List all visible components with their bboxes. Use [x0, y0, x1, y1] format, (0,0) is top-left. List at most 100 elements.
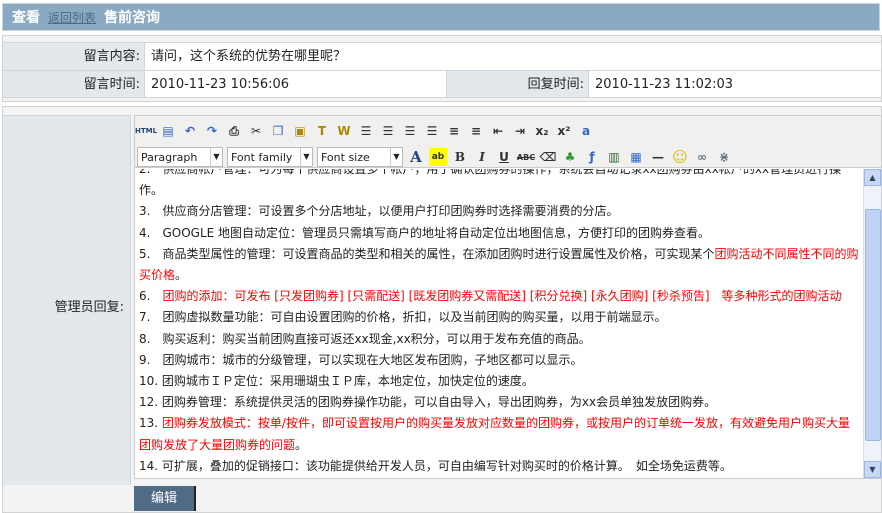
superscript-icon[interactable]: x²	[555, 122, 573, 140]
media-icon[interactable]: ▥	[605, 148, 623, 166]
content-line: 13. 团购券发放模式：按单/按件，即可设置按用户的购买量发放对应数量的团购券，…	[139, 413, 861, 434]
underline-icon[interactable]: U	[495, 148, 513, 166]
line-text: 3. 供应商分店管理：可设置多个分店地址，以便用户打印团购券时选择需要消费的分店…	[139, 204, 619, 219]
content-line: 4. GOOGLE 地图自动定位：管理员只需填写商户的地址将自动定位出地图信息，…	[139, 223, 861, 244]
reply-label-cell: 管理员回复:	[3, 115, 131, 485]
unlink-icon[interactable]: ⋇	[715, 148, 733, 166]
align-left-icon[interactable]: ☰	[357, 122, 375, 140]
content-line: 7. 团购虚拟数量功能：可自由设置团购的价格，折扣，以及当前团购的购买量，以用于…	[139, 307, 861, 328]
page-header: 查看 返回列表 售前咨询	[2, 3, 880, 31]
back-to-list-link[interactable]: 返回列表	[48, 9, 96, 26]
content-line: 2. 供应商帐户管理：可为每个供应商设置多个帐户，用于确认团购券的操作，系统会自…	[139, 169, 861, 180]
editor-toolbar: HTML ▤ ↶ ↷ ⎙ ✂ ❐ ▣ T W ☰ ☰ ☰ ☰ ≡ ≡ ⇤ ⇥ x…	[135, 116, 881, 168]
line-text: 。	[295, 437, 308, 452]
content-line: 5. 商品类型属性的管理：可设置商品的类型和相关的属性，在添加团购时进行设置属性…	[139, 244, 861, 265]
content-line: 12. 团购券管理：系统提供灵活的团购券操作功能，可以自由导入，导出团购券，为x…	[139, 392, 861, 413]
editor-content[interactable]: 2. 供应商帐户管理：可为每个供应商设置多个帐户，用于确认团购券的操作，系统会自…	[135, 169, 863, 478]
line-text: 10. 团购城市ＩＰ定位：采用珊瑚虫ＩＰ库，本地定位，加快定位的速度。	[139, 374, 534, 389]
content-line: 8. 购买返利：购买当前团购直接可返还xx现金,xx积分，可以用于发布充值的商品…	[139, 329, 861, 350]
content-line: 15. 购物车功能：可开启购物车功能，主要用户多团购时统一的运费计算。	[139, 477, 861, 478]
align-right-icon[interactable]: ☰	[401, 122, 419, 140]
line-text: 14. 可扩展，叠加的促销接口：该功能提供给开发人员，可自由编写针对购买时的价格…	[139, 458, 732, 473]
font-size-value: Font size	[321, 150, 370, 164]
time-value: 2010-11-23 10:56:06	[145, 71, 447, 97]
outdent-icon[interactable]: ⇤	[489, 122, 507, 140]
chevron-down-icon: ▼	[210, 148, 222, 166]
reply-time-value: 2010-11-23 11:02:03	[589, 71, 881, 97]
format-select[interactable]: Paragraph ▼	[137, 147, 223, 167]
image-icon[interactable]: ♣	[561, 148, 579, 166]
format-value: Paragraph	[141, 150, 198, 164]
line-text: 2. 供应商帐户管理：可为每个供应商设置多个帐户，用于确认团购券的操作，系统会自…	[139, 169, 842, 176]
content-line: 团购发放了大量团购券的问题。	[139, 435, 861, 456]
content-line: 6. 团购的添加：可发布 [只发团购券] [只需配送] [既发团购券又需配送] …	[139, 286, 861, 307]
horizontal-rule-icon[interactable]: —	[649, 148, 667, 166]
link-icon[interactable]: ∞	[693, 148, 711, 166]
subscript-icon[interactable]: x₂	[533, 122, 551, 140]
font-family-select[interactable]: Font family ▼	[227, 147, 313, 167]
content-value: 请问，这个系统的优势在哪里呢？	[145, 43, 881, 70]
edit-button[interactable]: 编辑	[134, 486, 196, 511]
line-text: 5. 商品类型属性的管理：可设置商品的类型和相关的属性，在添加团购时进行设置属性…	[139, 246, 715, 261]
justify-icon[interactable]: ☰	[423, 122, 441, 140]
bold-icon[interactable]: B	[451, 148, 469, 166]
paste-icon[interactable]: ▣	[291, 122, 309, 140]
line-text: 13.	[139, 416, 162, 431]
content-line: 作。	[139, 180, 861, 201]
content-label: 留言内容:	[3, 43, 145, 70]
paste-text-icon[interactable]: T	[313, 122, 331, 140]
content-line: 买价格。	[139, 265, 861, 286]
reply-panel: 管理员回复: HTML ▤ ↶ ↷ ⎙ ✂ ❐ ▣ T W ☰ ☰ ☰ ☰ ≡ …	[2, 106, 882, 513]
line-text: 4. GOOGLE 地图自动定位：管理员只需填写商户的地址将自动定位出地图信息，…	[139, 225, 711, 240]
table-icon[interactable]: ▦	[627, 148, 645, 166]
new-document-icon[interactable]: ▤	[159, 122, 177, 140]
content-line: 9. 团购城市：城市的分级管理，可以实现在大地区发布团购，子地区都可以显示。	[139, 350, 861, 371]
time-row: 留言时间: 2010-11-23 10:56:06 回复时间: 2010-11-…	[3, 70, 881, 98]
copy-icon[interactable]: ❐	[269, 122, 287, 140]
html-icon[interactable]: HTML	[135, 122, 157, 140]
line-text: 。	[175, 268, 188, 283]
chevron-down-icon: ▼	[300, 148, 312, 166]
scroll-up-icon[interactable]: ▲	[864, 169, 881, 186]
print-icon[interactable]: ⎙	[225, 122, 243, 140]
content-line: 3. 供应商分店管理：可设置多个分店地址，以便用户打印团购券时选择需要消费的分店…	[139, 201, 861, 222]
content-line: 14. 可扩展，叠加的促销接口：该功能提供给开发人员，可自由编写针对购买时的价格…	[139, 456, 861, 477]
rich-text-editor[interactable]: HTML ▤ ↶ ↷ ⎙ ✂ ❐ ▣ T W ☰ ☰ ☰ ☰ ≡ ≡ ⇤ ⇥ x…	[134, 115, 882, 479]
view-title: 查看	[12, 10, 40, 26]
redo-icon[interactable]: ↷	[203, 122, 221, 140]
emoticon-icon[interactable]: ☺	[671, 148, 689, 166]
highlighted-text: 买价格	[139, 268, 176, 283]
line-text: 7. 团购虚拟数量功能：可自由设置团购的价格，折扣，以及当前团购的购买量，以用于…	[139, 310, 667, 325]
highlighted-text: 团购发放了大量团购券的问题	[139, 437, 296, 452]
ordered-list-icon[interactable]: ≡	[445, 122, 463, 140]
italic-icon[interactable]: I	[473, 148, 491, 166]
align-center-icon[interactable]: ☰	[379, 122, 397, 140]
indent-icon[interactable]: ⇥	[511, 122, 529, 140]
line-text: 8. 购买返利：购买当前团购直接可返还xx现金,xx积分，可以用于发布充值的商品…	[139, 331, 591, 346]
editor-scrollbar[interactable]: ▲ ▼	[863, 169, 881, 478]
content-line: 10. 团购城市ＩＰ定位：采用珊瑚虫ＩＰ库，本地定位，加快定位的速度。	[139, 371, 861, 392]
font-family-value: Font family	[231, 150, 293, 164]
scroll-down-icon[interactable]: ▼	[864, 461, 881, 478]
highlighted-text: 团购活动不同属性不同的购	[714, 246, 859, 261]
flash-icon[interactable]: ƒ	[583, 148, 601, 166]
highlighted-text: 团购的添加：可发布 [只发团购券] [只需配送] [既发团购券又需配送] [积分…	[162, 289, 842, 304]
line-text: 12. 团购券管理：系统提供灵活的团购券操作功能，可以自由导入，导出团购券，为x…	[139, 395, 717, 410]
strikethrough-icon[interactable]: ABC	[517, 148, 535, 166]
text-color-icon[interactable]: A	[407, 148, 425, 166]
message-panel: 留言内容: 请问，这个系统的优势在哪里呢？ 留言时间: 2010-11-23 1…	[2, 35, 882, 102]
font-size-select[interactable]: Font size ▼	[317, 147, 403, 167]
page-title: 售前咨询	[104, 10, 161, 26]
time-label: 留言时间:	[3, 71, 145, 97]
highlighted-text: 团购券发放模式：按单/按件，即可设置按用户的购买量发放对应数量的团购券，或按用户…	[161, 416, 850, 431]
content-row: 留言内容: 请问，这个系统的优势在哪里呢？	[3, 42, 881, 70]
paste-word-icon[interactable]: W	[335, 122, 353, 140]
reply-label: 管理员回复:	[54, 300, 124, 315]
scroll-thumb[interactable]	[865, 209, 881, 441]
unordered-list-icon[interactable]: ≡	[467, 122, 485, 140]
undo-icon[interactable]: ↶	[181, 122, 199, 140]
eraser-icon[interactable]: ⌫	[539, 148, 557, 166]
highlight-icon[interactable]: ab	[429, 148, 447, 166]
cut-icon[interactable]: ✂	[247, 122, 265, 140]
select-all-icon[interactable]: a	[577, 122, 595, 140]
